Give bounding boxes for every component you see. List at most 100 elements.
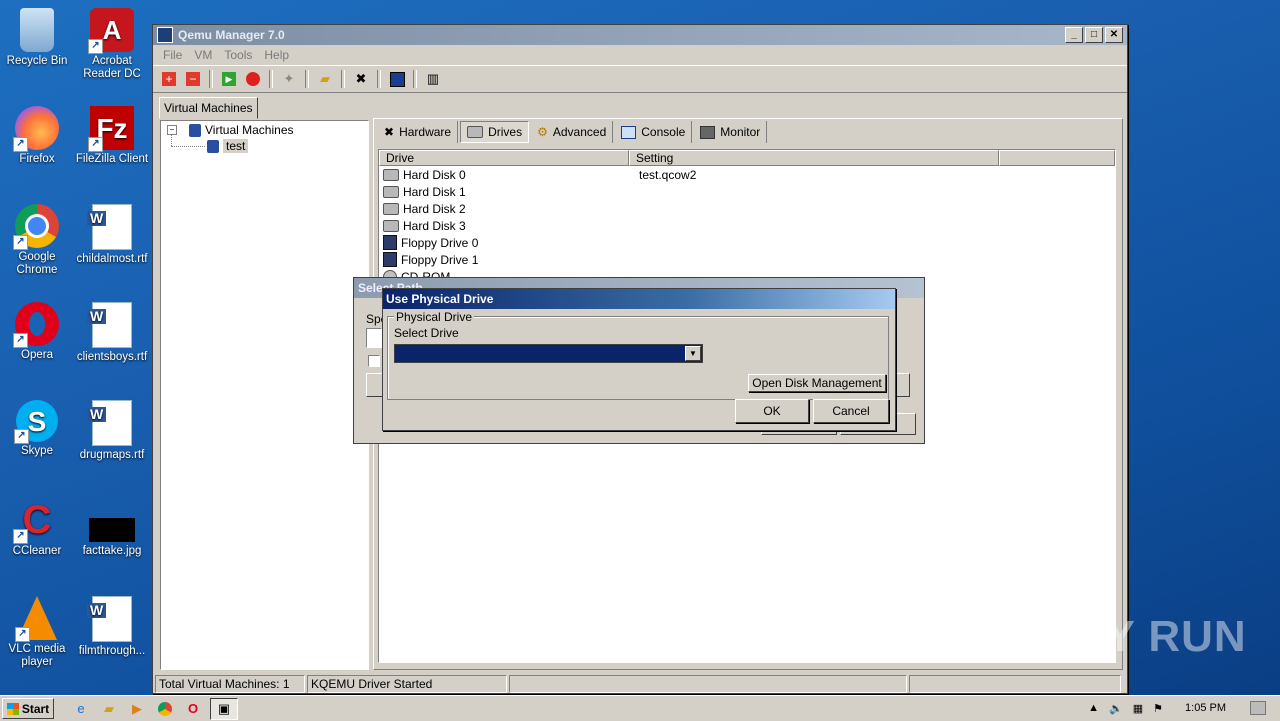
desktop-icon-filmthrough[interactable]: W filmthrough... [75, 596, 149, 658]
select-path-button-right[interactable] [894, 373, 910, 397]
app-icon [157, 27, 173, 43]
desktop-icon-drugmaps[interactable]: W drugmaps.rtf [75, 400, 149, 462]
open-folder-icon[interactable]: ▰ [315, 69, 335, 89]
desktop-icon-vlc[interactable]: ↗ VLC media player [0, 596, 74, 669]
start-vm-icon[interactable]: ▶ [219, 69, 239, 89]
desktop-icon-childalmost[interactable]: W childalmost.rtf [75, 204, 149, 266]
ie-icon[interactable]: e [70, 699, 92, 719]
tab-console[interactable]: Console [615, 121, 693, 143]
volume-icon[interactable]: 🔈 [1109, 702, 1123, 715]
menu-vm[interactable]: VM [194, 48, 212, 62]
opera-icon: ↗ [13, 302, 59, 348]
ccleaner-icon: C ↗ [13, 498, 59, 544]
select-path-input[interactable] [366, 328, 382, 348]
start-label: Start [21, 701, 50, 716]
ok-button[interactable]: OK [735, 399, 809, 423]
desktop-icon-label: Firefox [19, 153, 55, 165]
action-center-flag-icon[interactable]: ⚑ [1153, 702, 1163, 715]
monitor-icon [700, 125, 716, 139]
start-button[interactable]: Start [2, 698, 54, 719]
connect-icon[interactable]: ✦ [279, 69, 299, 89]
group-title: Physical Drive [394, 310, 475, 324]
desktop-icon-opera[interactable]: ↗ Opera [0, 302, 74, 362]
select-path-checkbox[interactable] [368, 355, 380, 367]
desktop-icon-clientsboys[interactable]: W clientsboys.rtf [75, 302, 149, 364]
list-item[interactable]: Hard Disk 3 [379, 217, 1115, 234]
column-drive[interactable]: Drive [379, 150, 629, 166]
maximize-button[interactable]: □ [1085, 27, 1103, 43]
toolbar-separator [305, 70, 309, 88]
desktop-icon-label: Opera [21, 349, 53, 361]
taskbar: Start e ▰ ▶ O ▣ ▲ 🔈 ▦ ⚑ 1:05 PM [0, 695, 1280, 721]
desktop-icon-facttake[interactable]: facttake.jpg [75, 498, 149, 558]
status-empty-2 [909, 675, 1121, 693]
toolbar: + − ▶ ✦ ▰ ✖ ▥ [153, 65, 1127, 93]
list-item[interactable]: Hard Disk 2 [379, 200, 1115, 217]
cancel-button[interactable]: Cancel [813, 399, 889, 423]
menu-help[interactable]: Help [264, 48, 289, 62]
opera-taskbar-icon[interactable]: O [182, 699, 204, 719]
show-hidden-icons-icon[interactable]: ▲ [1088, 702, 1099, 714]
column-setting[interactable]: Setting [629, 150, 999, 166]
list-item[interactable]: Hard Disk 0 test.qcow2 [379, 166, 1115, 183]
desktop-icon-filezilla[interactable]: Fz ↗ FileZilla Client [75, 106, 149, 166]
use-physical-drive-dialog: Use Physical Drive Physical Drive Select… [382, 288, 896, 431]
floppy-icon [383, 235, 397, 250]
remove-vm-icon[interactable]: − [183, 69, 203, 89]
title-bar[interactable]: Qemu Manager 7.0 _ □ ✕ [153, 25, 1127, 45]
desktop-icon-label: facttake.jpg [82, 545, 142, 557]
tree-child-label: test [223, 139, 249, 153]
desktop-icon-label: VLC media player [8, 643, 66, 668]
chevron-down-icon[interactable]: ▼ [685, 346, 701, 361]
desktop-icon-label: drugmaps.rtf [79, 449, 145, 461]
save-icon[interactable] [387, 69, 407, 89]
desktop-icon-firefox[interactable]: ↗ Firefox [0, 106, 74, 166]
tab-monitor[interactable]: Monitor [694, 121, 768, 143]
toolbar-separator [209, 70, 213, 88]
vm-tree: − Virtual Machines test [160, 120, 369, 670]
tab-hardware[interactable]: ✖ Hardware [378, 121, 459, 143]
stop-vm-icon[interactable] [243, 69, 263, 89]
explorer-icon[interactable]: ▰ [98, 699, 120, 719]
tab-virtual-machines[interactable]: Virtual Machines [159, 97, 258, 119]
minimize-button[interactable]: _ [1065, 27, 1083, 43]
chrome-taskbar-icon[interactable] [154, 699, 176, 719]
detail-tabs: ✖ Hardware Drives ⚙ Advanced Console Monit… [378, 121, 768, 143]
physical-drive-group: Physical Drive Select Drive ▼ Open Disk … [387, 310, 889, 400]
open-disk-management-button[interactable]: Open Disk Management [748, 374, 886, 392]
desktop-icon-recycle-bin[interactable]: Recycle Bin [0, 8, 74, 68]
list-header: Drive Setting [379, 150, 1115, 166]
equalizer-icon[interactable]: ▥ [423, 69, 443, 89]
select-drive-label: Select Drive [394, 326, 459, 340]
desktop-icon-chrome[interactable]: ↗ Google Chrome [0, 204, 74, 277]
drive-name: Floppy Drive 1 [401, 252, 479, 267]
tab-drives[interactable]: Drives [460, 121, 530, 143]
list-item[interactable]: Hard Disk 1 [379, 183, 1115, 200]
tab-advanced[interactable]: ⚙ Advanced [531, 121, 614, 143]
add-vm-icon[interactable]: + [159, 69, 179, 89]
list-item[interactable]: Floppy Drive 1 [379, 251, 1115, 268]
desktop-icon-acrobat[interactable]: A ↗ Acrobat Reader DC [75, 8, 149, 81]
menu-file[interactable]: File [163, 48, 182, 62]
qemu-manager-taskbar-icon[interactable]: ▣ [210, 697, 238, 720]
desktop-icon-skype[interactable]: S ↗ Skype [0, 400, 74, 458]
tree-node-root[interactable]: − Virtual Machines [167, 123, 294, 137]
show-desktop-icon[interactable] [1250, 701, 1266, 715]
hard-disk-icon [383, 168, 399, 181]
column-empty[interactable] [999, 150, 1115, 166]
menu-tools[interactable]: Tools [224, 48, 252, 62]
close-button[interactable]: ✕ [1105, 27, 1123, 43]
skype-icon: S ↗ [14, 400, 58, 444]
list-item[interactable]: Floppy Drive 0 [379, 234, 1115, 251]
status-vm-count: Total Virtual Machines: 1 [155, 675, 305, 693]
settings-tools-icon[interactable]: ✖ [351, 69, 371, 89]
network-icon[interactable]: ▦ [1133, 702, 1143, 715]
dialog-title[interactable]: Use Physical Drive [383, 289, 895, 309]
clock[interactable]: 1:05 PM [1185, 702, 1226, 714]
tree-node-test[interactable]: test [207, 139, 249, 153]
collapse-icon[interactable]: − [167, 125, 177, 135]
media-player-icon[interactable]: ▶ [126, 699, 148, 719]
select-drive-combobox[interactable]: ▼ [394, 344, 703, 363]
desktop-icon-ccleaner[interactable]: C ↗ CCleaner [0, 498, 74, 558]
desktop-icon-label: Acrobat Reader DC [83, 55, 141, 80]
